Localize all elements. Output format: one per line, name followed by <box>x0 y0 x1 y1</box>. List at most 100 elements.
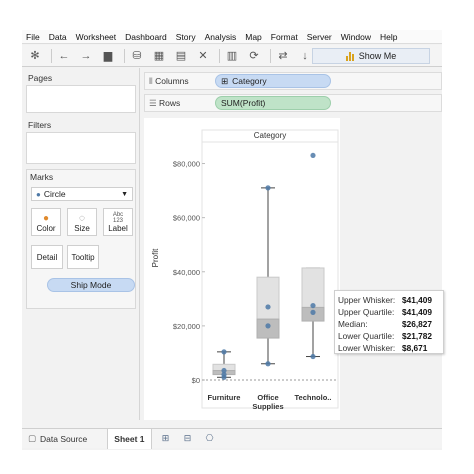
toolbar-separator <box>270 48 271 63</box>
tooltip-row: Upper Whisker: $41,409 <box>338 294 440 306</box>
x-category-label: Office <box>257 393 278 402</box>
data-point <box>265 361 271 367</box>
sheet-tabs-bar: ▢ Data Source Sheet 1 ⊞ ⊟ ⎔ <box>22 428 442 449</box>
y-tick-label: $20,000 <box>173 322 200 331</box>
pages-card-title: Pages <box>28 73 53 83</box>
pause-updates-icon[interactable]: ▥ <box>223 48 241 64</box>
show-me-button[interactable]: Show Me <box>312 48 430 64</box>
tooltip-key: Median: <box>338 319 368 329</box>
data-point <box>310 302 316 309</box>
mark-type-dropdown[interactable]: ● Circle ▼ <box>31 187 133 201</box>
toolbar-separator <box>219 48 220 63</box>
new-worksheet-icon[interactable]: ⊞ <box>158 432 174 446</box>
x-category-label: Furniture <box>208 393 241 402</box>
ship-mode-pill[interactable]: Ship Mode <box>47 278 135 292</box>
circle-mark-icon: ● <box>36 189 41 199</box>
menu-dashboard[interactable]: Dashboard <box>125 32 167 42</box>
tooltip-key: Upper Quartile: <box>338 307 395 317</box>
box-upper-half <box>256 276 280 320</box>
swap-rows-columns-icon[interactable]: ⇄ <box>274 48 292 64</box>
y-tick-label: $80,000 <box>173 160 200 169</box>
sum-profit-pill[interactable]: SUM(Profit) <box>215 96 331 110</box>
size-button[interactable]: ◌ Size <box>67 208 97 236</box>
sheet1-label: Sheet 1 <box>114 433 145 444</box>
menu-window[interactable]: Window <box>341 32 371 42</box>
menu-analysis[interactable]: Analysis <box>205 32 237 42</box>
viz-area[interactable]: Category Profit $0 $20,000 $40,000 $60,000 $… <box>144 118 340 420</box>
pages-shelf[interactable] <box>26 85 136 113</box>
plus-icon: ⊞ <box>221 75 229 86</box>
menu-story[interactable]: Story <box>176 32 196 42</box>
redo-icon[interactable]: → <box>77 48 95 64</box>
show-me-label: Show Me <box>358 51 397 61</box>
detail-label: Detail <box>36 252 58 262</box>
data-point <box>310 152 316 159</box>
data-point <box>221 367 227 374</box>
new-dashboard-icon[interactable]: ⊟ <box>180 432 196 446</box>
tooltip-value: $21,782 <box>402 331 432 341</box>
size-icon: ◌ <box>79 213 85 224</box>
tooltip-value: $41,409 <box>402 307 432 317</box>
save-icon[interactable]: ▆ <box>99 48 117 64</box>
menu-worksheet[interactable]: Worksheet <box>76 32 116 42</box>
tooltip-row: Lower Quartile: $21,782 <box>338 330 440 342</box>
new-data-source-icon[interactable]: ⛁ <box>128 48 146 64</box>
show-me-icon <box>345 51 354 61</box>
color-label: Color <box>36 224 56 233</box>
label-abc-icon: Abc 123 <box>112 212 124 224</box>
menu-server[interactable]: Server <box>307 32 332 42</box>
data-point <box>265 304 271 310</box>
label-label: Label <box>108 224 128 233</box>
rows-label: Rows <box>158 97 181 108</box>
y-tick-label: $0 <box>192 376 200 385</box>
data-point <box>265 185 271 191</box>
x-category-label: Supplies <box>252 402 283 411</box>
data-source-icon: ▢ <box>28 433 37 443</box>
box-tooltip: Upper Whisker: $41,409 Upper Quartile: $41,… <box>334 290 444 354</box>
tooltip-value: $41,409 <box>402 295 432 305</box>
chevron-down-icon: ▼ <box>121 190 128 198</box>
tooltip-label: Tooltip <box>71 252 95 262</box>
sheet1-tab[interactable]: Sheet 1 <box>107 428 152 449</box>
clear-sheet-icon[interactable]: ✕ <box>194 48 212 64</box>
tooltip-value: $26,827 <box>402 319 432 329</box>
data-point <box>310 309 316 315</box>
new-story-icon[interactable]: ⎔ <box>202 432 218 446</box>
new-worksheet-icon[interactable]: ▦ <box>150 48 168 64</box>
chart-title: Category <box>254 131 286 140</box>
tooltip-key: Upper Whisker: <box>338 295 396 305</box>
mark-type-value: Circle <box>43 189 66 199</box>
menu-file[interactable]: File <box>26 32 40 42</box>
box-upper-half <box>301 267 325 308</box>
color-button[interactable]: ● Color <box>31 208 61 236</box>
category-pill[interactable]: ⊞ Category <box>215 74 331 88</box>
tooltip-row: Median: $26,827 <box>338 318 440 330</box>
menu-map[interactable]: Map <box>245 32 262 42</box>
data-source-tab[interactable]: ▢ Data Source <box>22 429 93 449</box>
undo-icon[interactable]: ← <box>55 48 73 64</box>
tooltip-row: Upper Quartile: $41,409 <box>338 306 440 318</box>
left-pane: Pages Filters Marks ● Circle ▼ ● Color ◌… <box>22 68 140 420</box>
x-category-label: Technolo.. <box>295 393 332 402</box>
menu-data[interactable]: Data <box>49 32 67 42</box>
menu-format[interactable]: Format <box>271 32 298 42</box>
tooltip-button[interactable]: Tooltip <box>67 245 99 269</box>
filters-shelf[interactable] <box>26 132 136 164</box>
detail-button[interactable]: Detail <box>31 245 63 269</box>
category-pill-label: Category <box>232 76 267 86</box>
duplicate-sheet-icon[interactable]: ▤ <box>172 48 190 64</box>
rows-shelf[interactable]: ☰ Rows SUM(Profit) <box>144 94 442 112</box>
filters-card-title: Filters <box>28 120 52 130</box>
rows-icon: ☰ <box>149 97 159 108</box>
sum-profit-pill-label: SUM(Profit) <box>221 98 266 108</box>
tableau-logo-icon[interactable]: ✻ <box>26 48 44 64</box>
columns-shelf[interactable]: ⦀ Columns ⊞ Category <box>144 72 442 90</box>
box-plot-chart[interactable]: Category Profit $0 $20,000 $40,000 $60,000 $… <box>144 118 340 420</box>
data-point <box>265 323 271 329</box>
menu-help[interactable]: Help <box>380 32 397 42</box>
data-point <box>221 349 227 355</box>
ship-mode-label: Ship Mode <box>70 280 112 290</box>
refresh-icon[interactable]: ⟳ <box>245 48 263 64</box>
y-axis-label: Profit <box>151 248 160 267</box>
label-button[interactable]: Abc 123 Label <box>103 208 133 236</box>
